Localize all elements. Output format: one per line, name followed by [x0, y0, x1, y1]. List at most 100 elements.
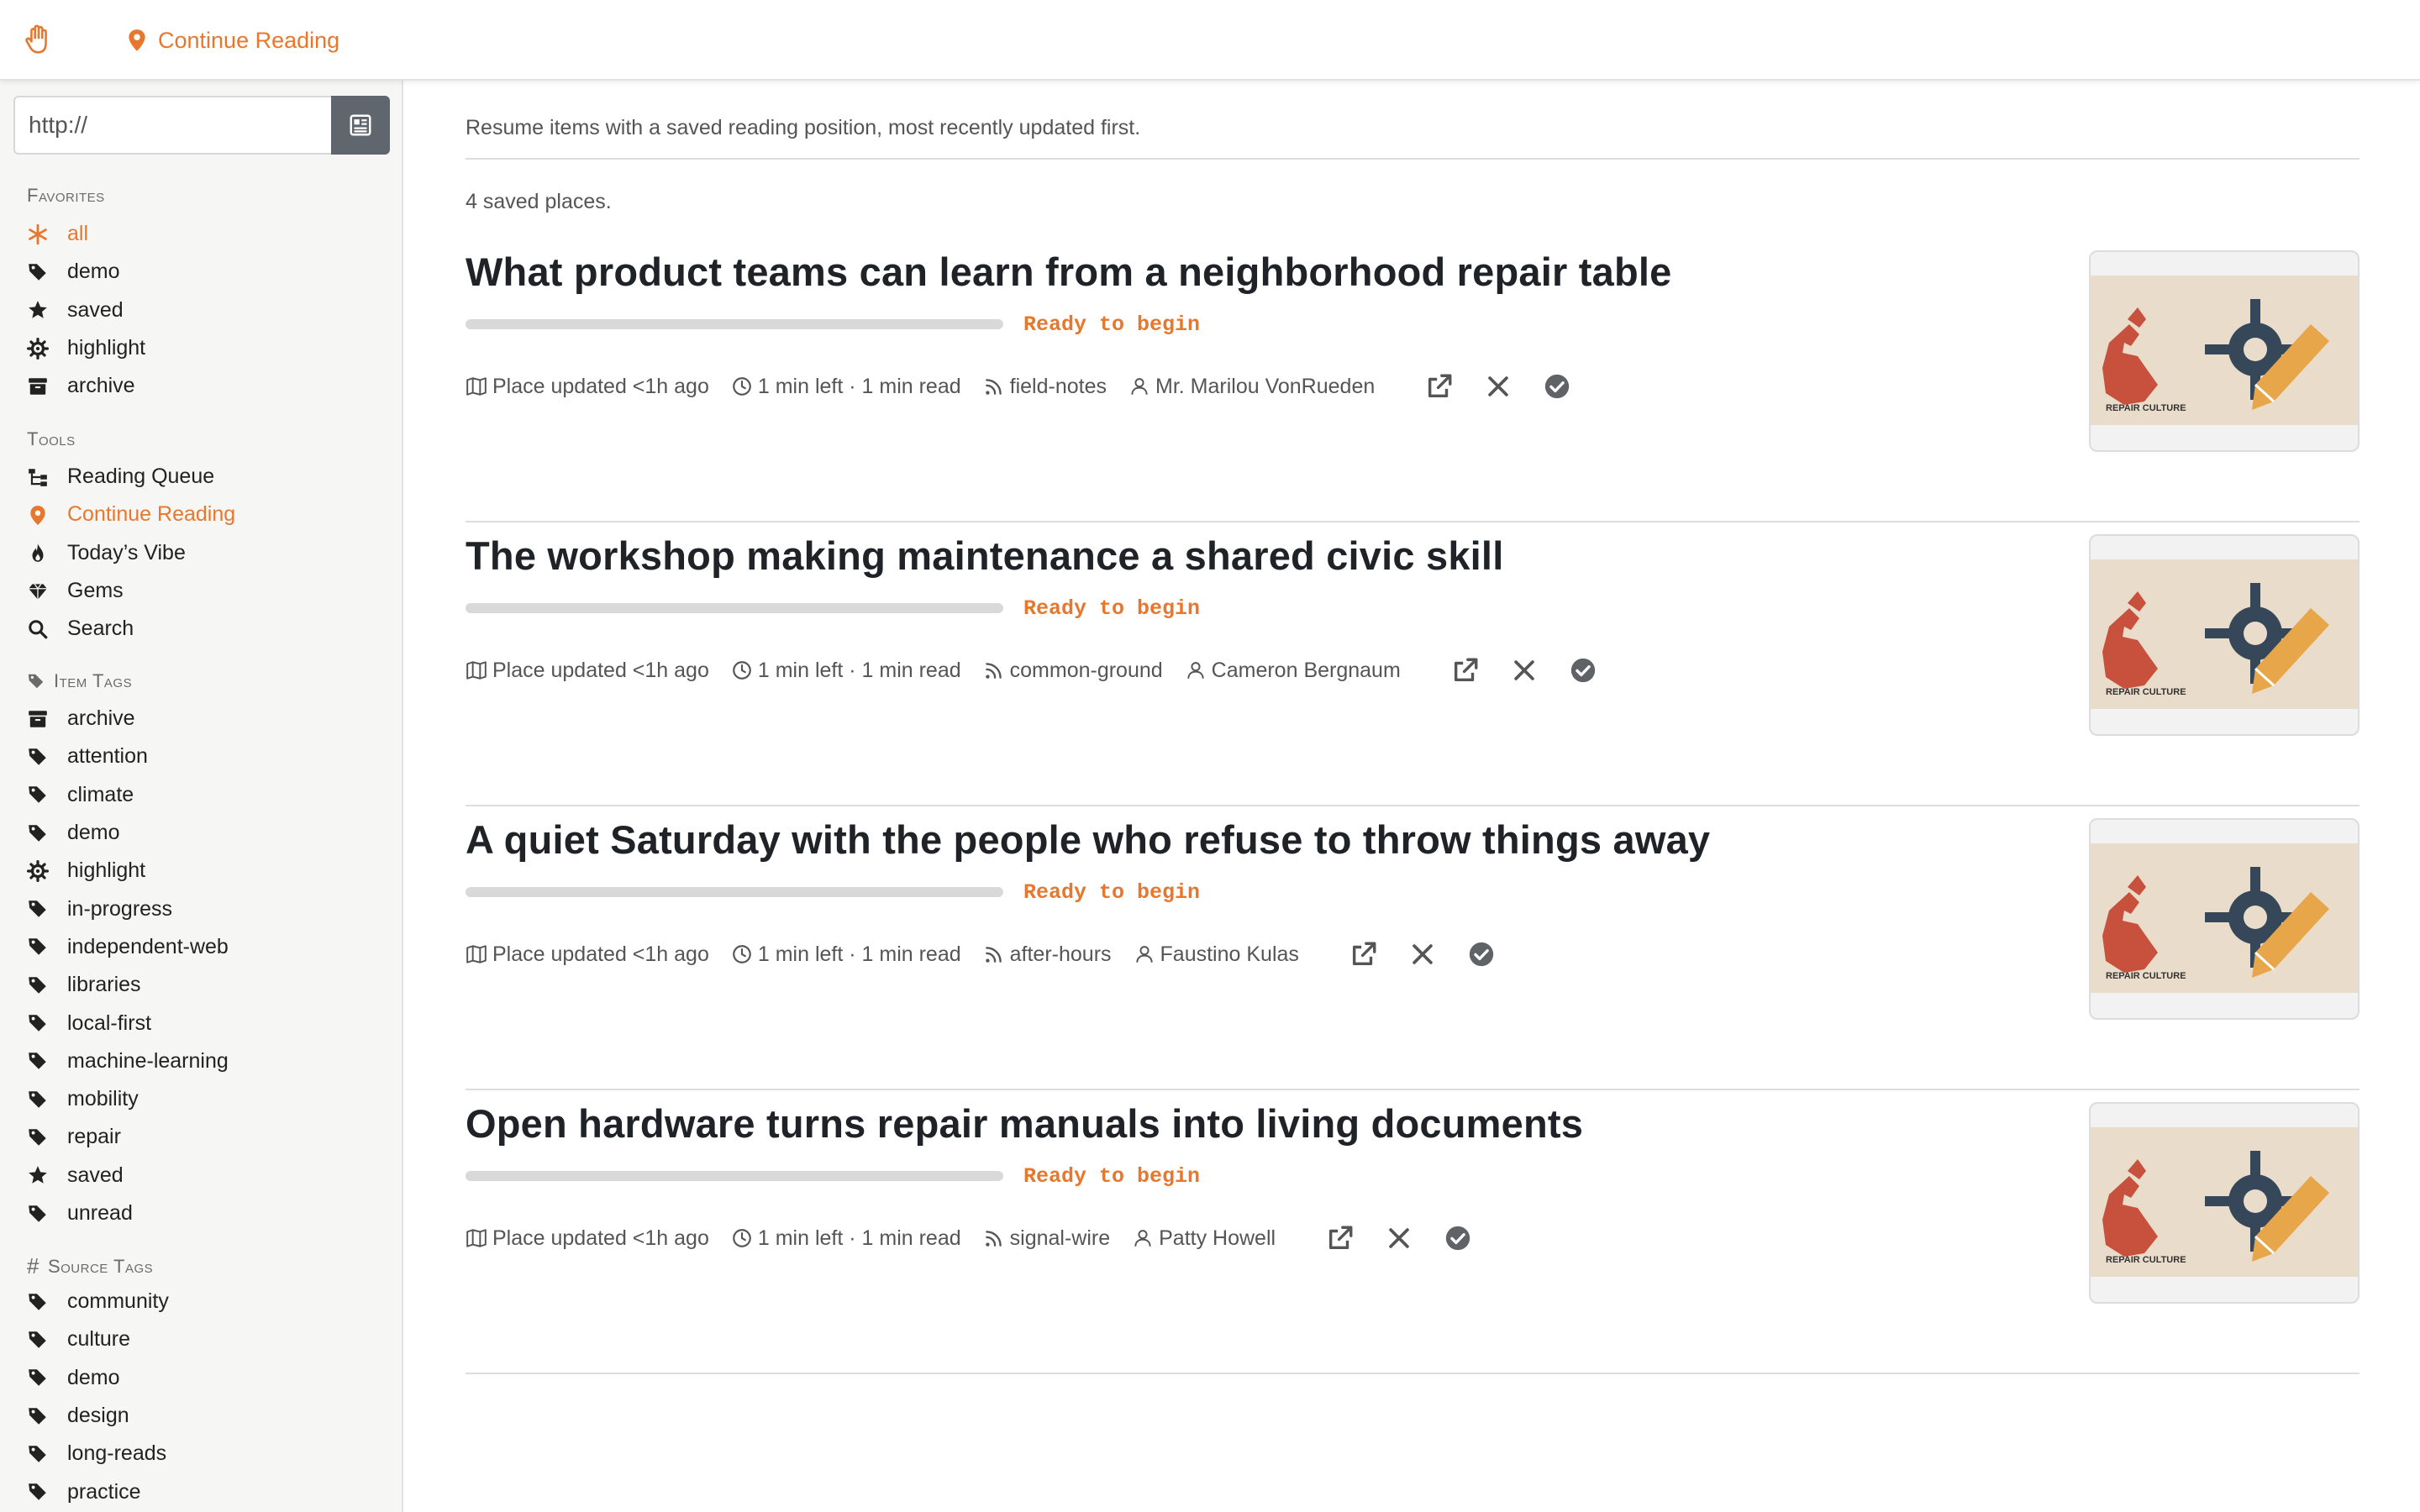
- hand-icon[interactable]: [24, 24, 54, 57]
- sidebar-tag-label: saved: [67, 1163, 124, 1187]
- item-thumbnail[interactable]: REPAIR CULTURE: [2089, 1102, 2360, 1304]
- sidebar-tag-saved[interactable]: saved: [27, 1157, 229, 1194]
- meta-source[interactable]: signal-wire: [983, 1226, 1110, 1251]
- item-title[interactable]: Open hardware turns repair manuals into …: [466, 1100, 1583, 1147]
- sidebar-tag-label: independent-web: [67, 934, 229, 958]
- item-actions: [1451, 656, 1597, 685]
- location-pin-icon: [30, 506, 45, 525]
- tag-icon: [29, 1053, 46, 1070]
- sidebar-source-community[interactable]: community: [27, 1283, 169, 1320]
- item-thumbnail[interactable]: REPAIR CULTURE: [2089, 250, 2360, 452]
- meta-source[interactable]: field-notes: [983, 375, 1107, 399]
- sidebar-item-label: Search: [67, 617, 134, 641]
- sidebar-tag-libraries[interactable]: libraries: [27, 966, 229, 1004]
- meta-source-label: common-ground: [1009, 658, 1163, 682]
- sidebar-item-demo[interactable]: demo: [27, 253, 145, 291]
- close-icon[interactable]: [1408, 940, 1437, 969]
- meta-updated-label: Place updated <1h ago: [492, 658, 709, 682]
- sidebar: Favorites all demo saved highlight archive T…: [0, 81, 403, 1512]
- meta-updated-label: Place updated <1h ago: [492, 374, 709, 398]
- external-link-icon[interactable]: [1349, 940, 1378, 969]
- meta-source[interactable]: common-ground: [983, 659, 1163, 683]
- list-item[interactable]: A quiet Saturday with the people who ref…: [466, 806, 2360, 1090]
- map-icon: [466, 945, 487, 963]
- meta-author: Cameron Bergnaum: [1185, 659, 1401, 683]
- item-meta: Place updated <1h ago 1 min left · 1 min …: [466, 1221, 1472, 1255]
- external-link-icon[interactable]: [1326, 1224, 1355, 1252]
- item-title[interactable]: A quiet Saturday with the people who ref…: [466, 816, 1710, 863]
- list-item[interactable]: The workshop making maintenance a shared…: [466, 522, 2360, 806]
- sidebar-item-gems[interactable]: Gems: [27, 572, 235, 610]
- sidebar-tag-attention[interactable]: attention: [27, 738, 229, 775]
- sidebar-tag-repair[interactable]: repair: [27, 1118, 229, 1156]
- map-icon: [466, 1229, 487, 1247]
- external-link-icon[interactable]: [1451, 656, 1480, 685]
- sidebar-tag-in-progress[interactable]: in-progress: [27, 890, 229, 927]
- check-circle-icon[interactable]: [1444, 1224, 1472, 1252]
- close-icon[interactable]: [1484, 372, 1512, 401]
- source-tags-nav: community culture demo design long-reads prac…: [27, 1283, 169, 1511]
- item-thumbnail[interactable]: REPAIR CULTURE: [2089, 818, 2360, 1020]
- sidebar-item-highlight[interactable]: highlight: [27, 329, 145, 367]
- tag-icon: [29, 264, 46, 281]
- sidebar-tag-climate[interactable]: climate: [27, 776, 229, 814]
- thumbnail-caption: REPAIR CULTURE: [2106, 1255, 2186, 1265]
- close-icon[interactable]: [1510, 656, 1539, 685]
- user-icon: [1134, 1230, 1151, 1247]
- location-pin-icon: [129, 29, 145, 51]
- gear-icon: [27, 337, 49, 360]
- sidebar-tag-highlight[interactable]: highlight: [27, 852, 229, 890]
- progress-status: Ready to begin: [1023, 312, 1201, 337]
- sidebar-tag-label: machine-learning: [67, 1048, 229, 1073]
- sidebar-source-demo[interactable]: demo: [27, 1359, 169, 1397]
- item-meta: Place updated <1h ago 1 min left · 1 min …: [466, 937, 1496, 971]
- progress-status: Ready to begin: [1023, 880, 1201, 905]
- sidebar-tag-unread[interactable]: unread: [27, 1194, 229, 1232]
- tag-icon: [29, 976, 46, 994]
- sidebar-source-practice[interactable]: practice: [27, 1473, 169, 1510]
- meta-time: 1 min left · 1 min read: [731, 1226, 961, 1251]
- breadcrumb[interactable]: Continue Reading: [126, 24, 339, 57]
- sidebar-item-search[interactable]: Search: [27, 610, 235, 648]
- list-item[interactable]: Open hardware turns repair manuals into …: [466, 1090, 2360, 1374]
- sidebar-item-saved[interactable]: saved: [27, 291, 145, 329]
- meta-updated-label: Place updated <1h ago: [492, 1226, 709, 1250]
- sidebar-tag-local-first[interactable]: local-first: [27, 1004, 229, 1042]
- meta-updated: Place updated <1h ago: [466, 1226, 709, 1251]
- sidebar-item-today-s-vibe[interactable]: Today’s Vibe: [27, 534, 235, 572]
- item-thumbnail[interactable]: REPAIR CULTURE: [2089, 534, 2360, 736]
- user-icon: [1135, 946, 1153, 963]
- add-url-button[interactable]: [331, 96, 390, 155]
- sidebar-tag-demo[interactable]: demo: [27, 814, 229, 852]
- sidebar-item-label: Reading Queue: [67, 465, 215, 489]
- sidebar-tag-label: in-progress: [67, 896, 173, 921]
- url-input[interactable]: [13, 96, 331, 155]
- sidebar-tag-machine-learning[interactable]: machine-learning: [27, 1042, 229, 1080]
- item-title[interactable]: What product teams can learn from a neig…: [466, 249, 1671, 295]
- sidebar-item-continue-reading[interactable]: Continue Reading: [27, 496, 235, 533]
- sidebar-item-reading-queue[interactable]: Reading Queue: [27, 458, 235, 496]
- sidebar-tag-mobility[interactable]: mobility: [27, 1080, 229, 1118]
- sidebar-tag-archive[interactable]: archive: [27, 700, 229, 738]
- sidebar-source-long-reads[interactable]: long-reads: [27, 1435, 169, 1473]
- check-circle-icon[interactable]: [1467, 940, 1496, 969]
- meta-source[interactable]: after-hours: [983, 942, 1112, 967]
- clock-icon: [733, 945, 751, 963]
- map-icon: [466, 661, 487, 680]
- meta-updated: Place updated <1h ago: [466, 659, 709, 683]
- check-circle-icon[interactable]: [1543, 372, 1571, 401]
- sidebar-item-all[interactable]: all: [27, 215, 145, 253]
- meta-updated: Place updated <1h ago: [466, 942, 709, 967]
- sidebar-source-culture[interactable]: culture: [27, 1320, 169, 1358]
- rss-icon: [985, 1231, 1002, 1247]
- sidebar-source-design[interactable]: design: [27, 1397, 169, 1435]
- sitemap-icon: [29, 468, 47, 486]
- sidebar-item-archive[interactable]: archive: [27, 367, 145, 405]
- list-item[interactable]: What product teams can learn from a neig…: [466, 239, 2360, 522]
- tag-icon: [29, 824, 46, 842]
- check-circle-icon[interactable]: [1569, 656, 1597, 685]
- external-link-icon[interactable]: [1425, 372, 1454, 401]
- close-icon[interactable]: [1385, 1224, 1413, 1252]
- item-title[interactable]: The workshop making maintenance a shared…: [466, 533, 1503, 579]
- sidebar-tag-independent-web[interactable]: independent-web: [27, 928, 229, 966]
